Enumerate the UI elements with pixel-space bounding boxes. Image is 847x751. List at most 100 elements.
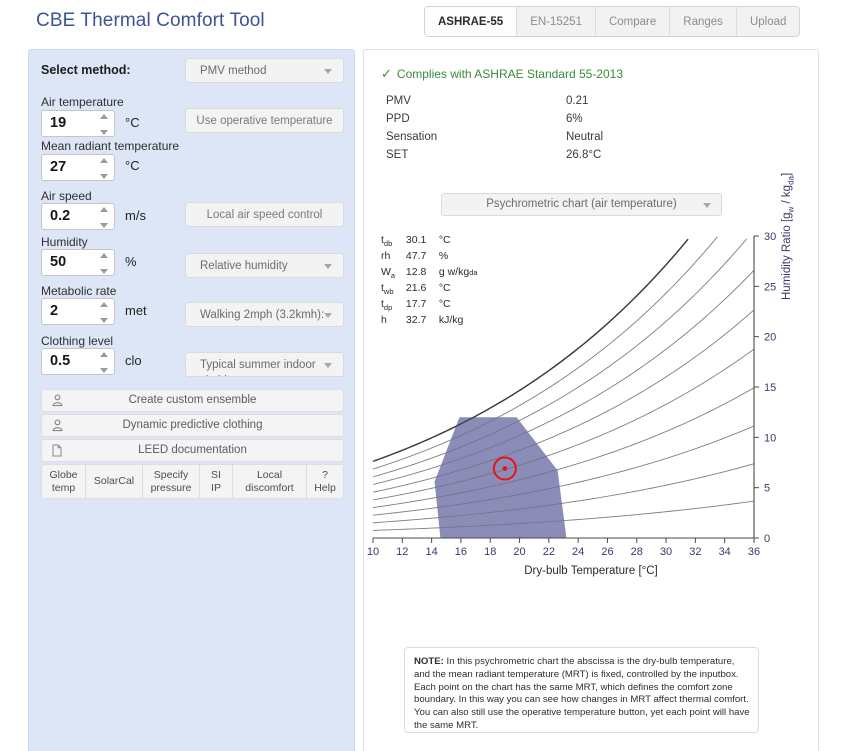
mean-radiant-temperature-input[interactable]: 27 [41,154,115,181]
result-label-set: SET [386,149,408,161]
point-rh: rh 47.7 % [381,250,448,262]
clothing-level-stepper[interactable] [98,352,109,373]
globe-temp-button[interactable]: Globe temp [41,464,86,499]
app-root: CBE Thermal Comfort Tool ASHRAE-55 EN-15… [0,0,847,751]
metabolic-rate-stepper[interactable] [98,302,109,323]
humidity-input[interactable]: 50 [41,249,115,276]
point-h-value: 32.7 [406,314,436,326]
results-panel: ✓Complies with ASHRAE Standard 55-2013 P… [363,49,819,751]
air-temperature-value: 19 [50,115,66,131]
result-value-ppd: 6% [566,113,583,125]
si-ip-toggle-button[interactable]: SI IP [200,464,233,499]
chart-type-select[interactable]: Psychrometric chart (air temperature) [441,193,722,216]
result-label-ppd: PPD [386,113,410,125]
chevron-down-icon [324,264,332,269]
stepper-down-icon[interactable] [100,269,108,274]
result-label-sensation: Sensation [386,131,437,143]
stepper-up-icon[interactable] [100,207,108,212]
tab-ashrae-55[interactable]: ASHRAE-55 [425,7,517,36]
humidity-type-value: Relative humidity [200,260,288,272]
stepper-up-icon[interactable] [100,158,108,163]
specify-pressure-label-line1: Specify [154,469,188,481]
note-box: NOTE: In this psychrometric chart the ab… [404,647,759,733]
leed-documentation-label: LEED documentation [42,444,343,456]
point-rh-unit: % [439,250,448,262]
metabolic-rate-select-value: Walking 2mph (3.2kmh): [200,309,324,321]
main-tabs: ASHRAE-55 EN-15251 Compare Ranges Upload [424,6,800,37]
air-speed-stepper[interactable] [98,207,109,228]
air-temperature-input[interactable]: 19 [41,110,115,137]
clothing-level-select[interactable]: Typical summer indoor clothing [185,352,344,377]
check-icon: ✓ [381,66,392,81]
humidity-stepper[interactable] [98,253,109,274]
stepper-down-icon[interactable] [100,130,108,135]
solarcal-label: SolarCal [94,475,134,487]
stepper-up-icon[interactable] [100,302,108,307]
clothing-level-select-value-line2: clothing [200,375,240,377]
tools-button-row: Globe temp SolarCal Specify pressure SI … [41,464,344,499]
y-axis-title: Humidity Ratio [gw / kgda] [781,173,795,300]
tab-compare[interactable]: Compare [596,7,670,36]
help-question-mark: ? [322,469,328,481]
stepper-up-icon[interactable] [100,253,108,258]
tab-ranges[interactable]: Ranges [670,7,737,36]
clothing-level-select-value: Typical summer indoor [200,359,316,371]
create-custom-ensemble-button[interactable]: Create custom ensemble [41,389,344,412]
stepper-up-icon[interactable] [100,352,108,357]
point-tdp-sub: dp [384,303,392,312]
metabolic-rate-label: Metabolic rate [41,284,116,298]
mean-radiant-temperature-value: 27 [50,159,66,175]
stepper-down-icon[interactable] [100,223,108,228]
specify-pressure-label-line2: pressure [151,482,192,494]
clothing-level-unit: clo [125,353,142,368]
point-tdb-value: 30.1 [406,234,436,246]
result-value-sensation: Neutral [566,131,603,143]
local-air-speed-control-label: Local air speed control [207,209,323,221]
stepper-down-icon[interactable] [100,368,108,373]
create-custom-ensemble-label: Create custom ensemble [42,394,343,406]
air-temperature-unit: °C [125,115,140,130]
tab-upload[interactable]: Upload [737,7,799,36]
humidity-value: 50 [50,254,66,270]
method-select[interactable]: PMV method [185,58,344,83]
note-body: In this psychrometric chart the abscissa… [414,656,750,731]
stepper-down-icon[interactable] [100,318,108,323]
local-air-speed-control-button[interactable]: Local air speed control [185,202,344,227]
leed-documentation-button[interactable]: LEED documentation [41,439,344,462]
use-operative-temperature-button[interactable]: Use operative temperature [185,108,344,133]
result-value-pmv: 0.21 [566,95,588,107]
tab-en-15251[interactable]: EN-15251 [517,7,596,36]
point-tdb-unit: °C [439,234,451,246]
point-twb-unit: °C [439,282,451,294]
help-button[interactable]: ? Help [307,464,344,499]
solarcal-button[interactable]: SolarCal [86,464,143,499]
local-discomfort-label-line2: discomfort [245,482,293,494]
metabolic-rate-value: 2 [50,303,58,319]
mean-radiant-temperature-stepper[interactable] [98,158,109,179]
local-discomfort-button[interactable]: Local discomfort [233,464,307,499]
metabolic-rate-input[interactable]: 2 [41,298,115,325]
chevron-down-icon [324,69,332,74]
air-temperature-stepper[interactable] [98,114,109,135]
air-speed-input[interactable]: 0.2 [41,203,115,230]
point-twb: twb 21.6 °C [381,282,451,296]
stepper-up-icon[interactable] [100,114,108,119]
point-w-unit-sub: da [469,268,477,277]
select-method-label: Select method: [41,63,131,77]
globe-temp-label-line2: temp [52,482,75,494]
metabolic-rate-select[interactable]: Walking 2mph (3.2kmh): [185,302,344,327]
specify-pressure-button[interactable]: Specify pressure [143,464,200,499]
note-text: NOTE: In this psychrometric chart the ab… [414,656,752,733]
stepper-down-icon[interactable] [100,174,108,179]
header: CBE Thermal Comfort Tool ASHRAE-55 EN-15… [0,0,847,44]
dynamic-predictive-clothing-button[interactable]: Dynamic predictive clothing [41,414,344,437]
result-value-set: 26.8°C [566,149,601,161]
humidity-type-select[interactable]: Relative humidity [185,253,344,278]
air-speed-label: Air speed [41,189,92,203]
help-label: Help [314,482,336,494]
ip-label: IP [211,482,221,494]
clothing-level-input[interactable]: 0.5 [41,348,115,375]
air-speed-unit: m/s [125,208,146,223]
clothing-level-label: Clothing level [41,334,113,348]
page-title: CBE Thermal Comfort Tool [36,10,265,32]
